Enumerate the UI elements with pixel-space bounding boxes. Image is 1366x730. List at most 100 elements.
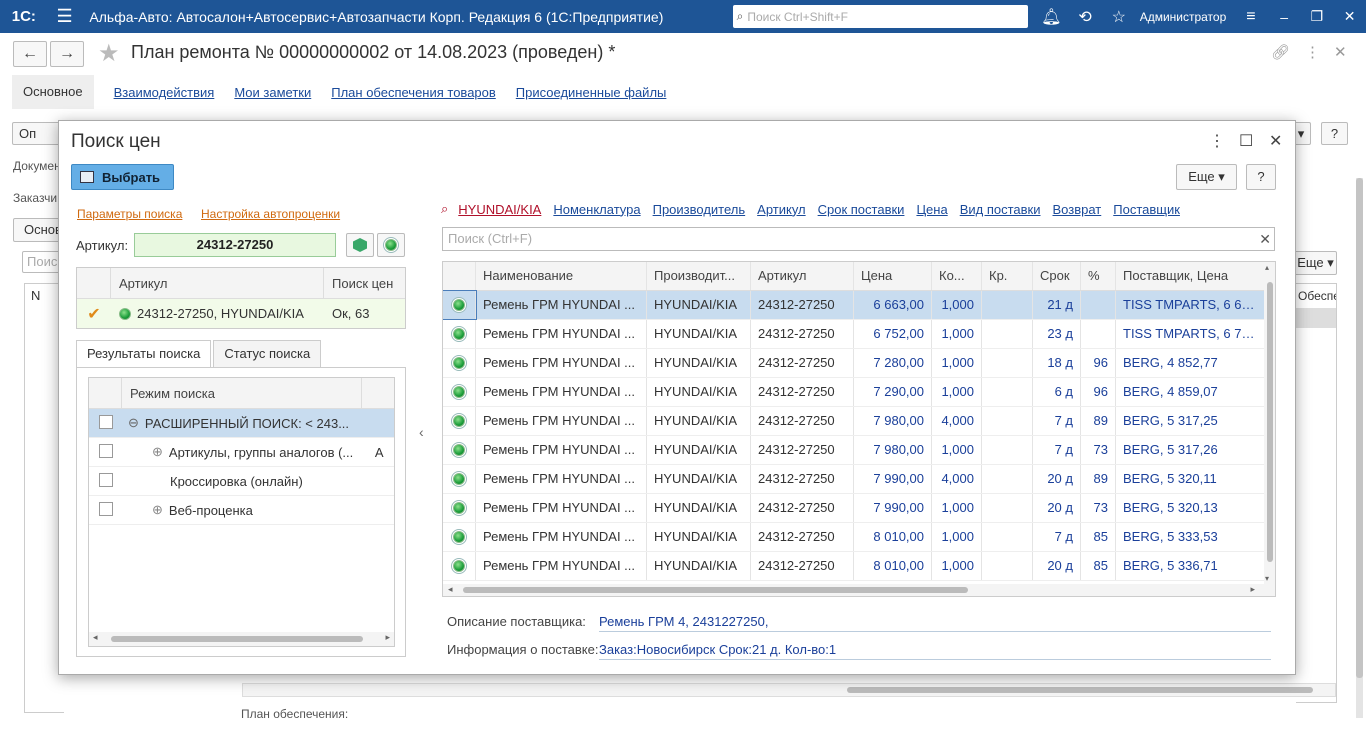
- tree-row[interactable]: Кроссировка (онлайн): [89, 467, 394, 496]
- history-icon[interactable]: ⟲: [1068, 7, 1102, 27]
- col-price[interactable]: Цена: [854, 262, 932, 290]
- favorite-star-icon[interactable]: ★: [98, 39, 120, 68]
- grid-vertical-scrollbar[interactable]: ▴ ▾: [1264, 262, 1275, 584]
- grid-hscroll-thumb[interactable]: [463, 587, 968, 593]
- tree-row[interactable]: ⊖ РАСШИРЕННЫЙ ПОИСК: < 243...: [89, 409, 394, 438]
- link-delivery-term[interactable]: Срок поставки: [818, 202, 905, 217]
- document-label: Докумен: [13, 159, 61, 173]
- link-brand[interactable]: HYUNDAI/KIA: [458, 202, 541, 217]
- status-ring-icon: [451, 384, 467, 400]
- green-dot-icon: [453, 473, 465, 485]
- tab-notes[interactable]: Мои заметки: [234, 85, 311, 100]
- tab-search-results[interactable]: Результаты поиска: [76, 340, 212, 368]
- settings-menu-icon[interactable]: ≡: [1234, 8, 1268, 26]
- col-name[interactable]: Наименование: [476, 262, 647, 290]
- grid-row[interactable]: Ремень ГРМ HYUNDAI ... HYUNDAI/KIA 24312-2…: [443, 290, 1275, 320]
- tab-files[interactable]: Присоединенные файлы: [516, 85, 667, 100]
- expand-icon[interactable]: ⊕: [152, 502, 163, 518]
- grid-row[interactable]: Ремень ГРМ HYUNDAI ... HYUNDAI/KIA 24312-2…: [443, 552, 1275, 581]
- grid-vscroll-thumb[interactable]: [1267, 282, 1273, 562]
- col-kr[interactable]: Кр.: [982, 262, 1033, 290]
- help-button[interactable]: ?: [1321, 122, 1348, 145]
- col-article[interactable]: Артикул: [111, 268, 324, 298]
- grid-horizontal-scrollbar[interactable]: ◂ ▸: [443, 584, 1275, 596]
- grid-row[interactable]: Ремень ГРМ HYUNDAI ... HYUNDAI/KIA 24312-2…: [443, 494, 1275, 523]
- row-checkbox[interactable]: [98, 472, 113, 487]
- row-checkbox[interactable]: [98, 443, 113, 458]
- link-supplier[interactable]: Поставщик: [1113, 202, 1180, 217]
- article-input[interactable]: 24312-27250: [134, 233, 336, 257]
- link-article[interactable]: Артикул: [757, 202, 805, 217]
- minimize-icon[interactable]: –: [1268, 9, 1301, 25]
- user-name[interactable]: Администратор: [1140, 10, 1234, 24]
- tree-row[interactable]: ⊕ Артикулы, группы аналогов (... А: [89, 438, 394, 467]
- link-delivery-type[interactable]: Вид поставки: [960, 202, 1041, 217]
- dialog-help-button[interactable]: ?: [1246, 164, 1276, 190]
- tab-interactions[interactable]: Взаимодействия: [114, 85, 215, 100]
- tab-basic[interactable]: Основ: [13, 218, 63, 242]
- tab-main[interactable]: Основное: [12, 75, 94, 109]
- grid-search-input[interactable]: Поиск (Ctrl+F) ✕: [442, 227, 1275, 251]
- col-manufacturer[interactable]: Производит...: [647, 262, 751, 290]
- col-price-search[interactable]: Поиск цен: [324, 268, 404, 298]
- auto-pricing-link[interactable]: Настройка автопроценки: [201, 207, 340, 221]
- star-icon[interactable]: ☆: [1102, 7, 1136, 27]
- col-search-mode[interactable]: Режим поиска: [122, 378, 362, 409]
- row-checkbox[interactable]: [98, 414, 113, 429]
- more-vertical-icon[interactable]: ⋮: [1305, 43, 1320, 61]
- search-params-link[interactable]: Параметры поиска: [77, 207, 182, 221]
- col-term[interactable]: Срок: [1033, 262, 1081, 290]
- link-icon[interactable]: 🔗︎: [1271, 43, 1290, 61]
- back-scroll-thumb[interactable]: [847, 687, 1313, 693]
- tab-goods-plan[interactable]: План обеспечения товаров: [331, 85, 496, 100]
- dialog-more-button[interactable]: Еще ▾: [1176, 164, 1237, 190]
- maximize-icon[interactable]: ☐: [1239, 131, 1253, 151]
- page-vertical-scrollbar[interactable]: [1356, 178, 1363, 718]
- col-article[interactable]: Артикул: [751, 262, 854, 290]
- collapse-icon[interactable]: ⊖: [128, 415, 139, 431]
- link-price[interactable]: Цена: [916, 202, 947, 217]
- grid-row[interactable]: Ремень ГРМ HYUNDAI ... HYUNDAI/KIA 24312-2…: [443, 407, 1275, 436]
- grid-row[interactable]: Ремень ГРМ HYUNDAI ... HYUNDAI/KIA 24312-2…: [443, 320, 1275, 349]
- operations-button[interactable]: Оп: [12, 122, 62, 145]
- grid-row[interactable]: Ремень ГРМ HYUNDAI ... HYUNDAI/KIA 24312-2…: [443, 378, 1275, 407]
- link-return[interactable]: Возврат: [1053, 202, 1102, 217]
- back-horizontal-scrollbar[interactable]: [242, 683, 1336, 697]
- collapse-panel-icon[interactable]: ‹: [419, 424, 424, 440]
- row-kr: [982, 465, 1033, 493]
- row-checkbox[interactable]: [98, 501, 113, 516]
- grid-row[interactable]: Ремень ГРМ HYUNDAI ... HYUNDAI/KIA 24312-2…: [443, 436, 1275, 465]
- grid-row[interactable]: Ремень ГРМ HYUNDAI ... HYUNDAI/KIA 24312-2…: [443, 523, 1275, 552]
- status-button[interactable]: [377, 233, 405, 257]
- forward-button[interactable]: →: [50, 41, 84, 67]
- cube-button[interactable]: [346, 233, 374, 257]
- grid-row[interactable]: Ремень ГРМ HYUNDAI ... HYUNDAI/KIA 24312-2…: [443, 465, 1275, 494]
- expand-icon[interactable]: ⊕: [152, 444, 163, 460]
- tab-search-status[interactable]: Статус поиска: [213, 340, 322, 368]
- back-search-input[interactable]: Поиск: [22, 251, 63, 273]
- clear-search-icon[interactable]: ✕: [1259, 228, 1271, 250]
- global-search-input[interactable]: ⌕ Поиск Ctrl+Shift+F: [732, 5, 1029, 28]
- tree-row[interactable]: ⊕ Веб-проценка: [89, 496, 394, 525]
- tree-scroll-thumb[interactable]: [111, 636, 363, 642]
- link-manufacturer[interactable]: Производитель: [653, 202, 746, 217]
- page-scroll-thumb[interactable]: [1356, 178, 1363, 678]
- dialog-more-icon[interactable]: ⋮: [1209, 131, 1225, 151]
- dialog-close-icon[interactable]: ✕: [1269, 131, 1282, 151]
- restore-icon[interactable]: ❐: [1300, 8, 1333, 25]
- col-quantity[interactable]: Ко...: [932, 262, 982, 290]
- back-button[interactable]: ←: [13, 41, 47, 67]
- link-nomenclature[interactable]: Номенклатура: [553, 202, 640, 217]
- close-app-icon[interactable]: ✕: [1333, 8, 1366, 25]
- back-more-button[interactable]: Еще ▾: [1294, 251, 1337, 275]
- clear-filter-icon[interactable]: ⌕: [441, 201, 448, 217]
- col-percent[interactable]: %: [1081, 262, 1116, 290]
- article-row[interactable]: ✔ 24312-27250, HYUNDAI/KIA Ок, 63: [77, 299, 405, 328]
- col-supplier[interactable]: Поставщик, Цена: [1116, 262, 1266, 290]
- grid-row[interactable]: Ремень ГРМ HYUNDAI ... HYUNDAI/KIA 24312-2…: [443, 349, 1275, 378]
- select-button[interactable]: Выбрать: [71, 164, 174, 190]
- menu-icon[interactable]: ☰: [48, 6, 82, 27]
- tree-horizontal-scrollbar[interactable]: ◂ ▸: [89, 632, 394, 646]
- bell-icon[interactable]: 🔔︎: [1034, 7, 1068, 27]
- close-document-icon[interactable]: ✕: [1334, 43, 1347, 61]
